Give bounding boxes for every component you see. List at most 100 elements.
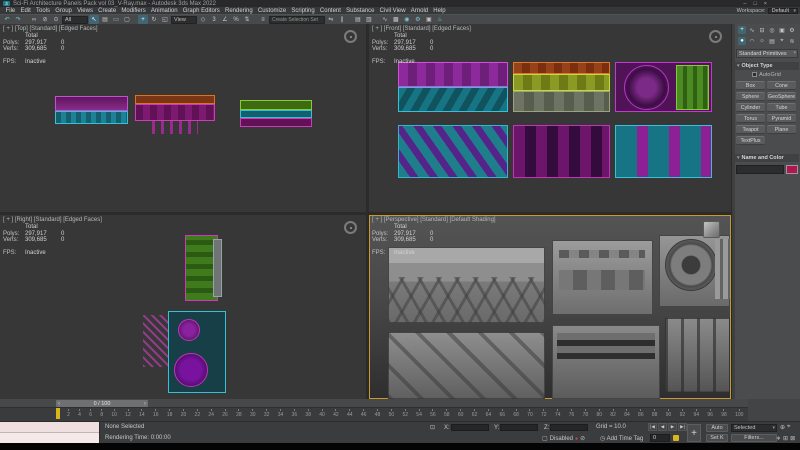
z-field[interactable] (550, 424, 588, 431)
primitive-button[interactable]: Torus (736, 114, 765, 123)
object-name-field[interactable] (736, 165, 784, 174)
curve-editor-icon[interactable]: ∿ (380, 15, 390, 24)
viewport-label[interactable]: [ + ] [Front] [Standard] [Edged Faces] (372, 26, 471, 32)
menu-item[interactable]: Content (317, 8, 343, 14)
percent-snap-icon[interactable]: % (231, 15, 241, 24)
primitive-button[interactable]: Teapot (736, 125, 765, 134)
panel-strip-a-bottom[interactable] (55, 111, 128, 124)
object-gray-sliver[interactable] (213, 239, 222, 297)
menu-item[interactable]: Views (74, 8, 95, 14)
primitive-button[interactable]: Tube (767, 103, 796, 112)
viewport-perspective[interactable]: [ + ] [Perspective] [Standard] [Default … (369, 215, 731, 399)
autogrid-checkbox[interactable]: AutoGrid (732, 72, 800, 78)
primitives-dropdown[interactable]: Standard Primitives (736, 49, 798, 58)
cameras-category-icon[interactable]: ▤ (768, 37, 776, 45)
render-setup-icon[interactable]: ⚙ (413, 15, 423, 24)
menu-item[interactable]: Arnold (408, 8, 431, 14)
menu-item[interactable]: Civil View (377, 8, 408, 14)
key-filters-button[interactable]: Filters... (731, 434, 777, 442)
primitive-button[interactable]: Pyramid (767, 114, 796, 123)
reference-coordinate-dropdown[interactable]: View (171, 16, 197, 24)
hierarchy-tab-icon[interactable]: ⊟ (758, 26, 766, 34)
use-pivot-center-icon[interactable]: ◇ (198, 15, 208, 24)
material-editor-icon[interactable]: ◉ (402, 15, 412, 24)
shapes-category-icon[interactable]: ◠ (748, 37, 756, 45)
toolbar-separator[interactable] (24, 15, 28, 24)
undo-icon[interactable]: ↶ (2, 15, 12, 24)
layer-explorer-icon[interactable]: ▥ (364, 15, 374, 24)
toolbar-separator[interactable] (253, 15, 257, 24)
panel-strip-a-top[interactable] (55, 96, 128, 111)
selected-dropdown[interactable]: Selected (731, 424, 777, 432)
set-key-icon[interactable] (673, 435, 679, 441)
name-color-rollout[interactable]: Name and Color (735, 154, 799, 162)
window-crossing-icon[interactable]: ▢ (122, 15, 132, 24)
panel-orange-band[interactable] (513, 62, 610, 74)
create-tab-icon[interactable]: + (738, 26, 746, 34)
primitive-button[interactable]: Sphere (736, 92, 765, 101)
toolbar-separator[interactable] (348, 15, 352, 24)
viewport-label[interactable]: [ + ] [Top] [Standard] [Edged Faces] (3, 26, 98, 32)
toolbar-separator[interactable] (133, 15, 137, 24)
panel-strip-c-green[interactable] (240, 100, 312, 110)
panel-green-pipes[interactable] (676, 65, 709, 110)
panel-strip-c-magenta[interactable] (240, 118, 312, 127)
viewcube-compass-icon[interactable] (709, 30, 722, 43)
scene-explorer-icon[interactable]: ▤ (353, 15, 363, 24)
object-color-swatch[interactable] (786, 165, 798, 174)
menu-item[interactable]: Customize (255, 8, 289, 14)
primitive-button[interactable]: Plane (767, 125, 796, 134)
menu-item[interactable]: Rendering (222, 8, 255, 14)
object-fan-small[interactable] (178, 319, 200, 341)
gray-fan-rotor[interactable] (665, 239, 717, 291)
rotate-tool-icon[interactable]: ↻ (149, 15, 159, 24)
viewcube-compass-icon[interactable] (344, 221, 357, 234)
utilities-tab-icon[interactable]: ⚙ (788, 26, 796, 34)
gray-cage-bars[interactable] (665, 318, 730, 392)
maximize-viewport-icon[interactable]: ⊠ (790, 435, 795, 442)
current-frame-field[interactable]: 0 (650, 434, 670, 442)
panel-strip-b-top[interactable] (135, 95, 215, 104)
panel-strip-b-body[interactable] (135, 104, 215, 121)
align-icon[interactable]: ∥ (337, 15, 347, 24)
transport-button[interactable]: ▶| (678, 423, 687, 431)
select-object-icon[interactable]: ↖ (89, 15, 99, 24)
listener-macro-row[interactable] (0, 422, 99, 433)
panel-teal-diagonal[interactable] (398, 125, 508, 178)
menu-item[interactable]: Tools (33, 8, 52, 14)
viewport-front[interactable]: [ + ] [Front] [Standard] [Edged Faces] T… (369, 24, 731, 212)
primitive-button[interactable]: GeoSphere (767, 92, 796, 101)
transport-button[interactable]: |◀ (648, 423, 657, 431)
primitive-button[interactable]: Cone (767, 81, 796, 90)
select-and-link-icon[interactable]: ∞ (29, 15, 39, 24)
bind-to-space-warp-icon[interactable]: ⊙ (51, 15, 61, 24)
minimize-button[interactable]: – (743, 1, 746, 7)
gray-pipes-horizontal[interactable] (557, 333, 655, 359)
object-type-rollout[interactable]: Object Type (735, 62, 799, 70)
space-warps-category-icon[interactable]: ≋ (788, 37, 796, 45)
large-plus-button[interactable]: + (687, 424, 701, 442)
menu-item[interactable]: Scripting (289, 8, 318, 14)
viewcube-compass-icon[interactable] (344, 30, 357, 43)
orbit-icon[interactable]: ⌖ (787, 424, 790, 431)
rendered-frame-window-icon[interactable]: ▣ (424, 15, 434, 24)
edit-named-sets-icon[interactable]: ≡ (258, 15, 268, 24)
workspace-dropdown[interactable]: Default (768, 8, 798, 14)
gray-panel-greeble-strip[interactable] (559, 250, 645, 258)
transport-button[interactable]: ◀ (658, 423, 667, 431)
selection-region-icon[interactable]: ▭ (111, 15, 121, 24)
select-by-name-icon[interactable]: ▤ (100, 15, 110, 24)
primitive-button[interactable]: Cylinder (736, 103, 765, 112)
maximize-button[interactable]: □ (753, 1, 756, 7)
viewport-right[interactable]: [ + ] [Right] [Standard] [Edged Faces] T… (0, 215, 366, 399)
selection-lock-icon[interactable]: ⊡ (430, 424, 435, 431)
snaps-toggle-icon[interactable]: 3 (209, 15, 219, 24)
listener-script-row[interactable] (0, 433, 99, 443)
helpers-category-icon[interactable]: ⌖ (778, 37, 786, 45)
primitive-button[interactable]: Box (736, 81, 765, 90)
menu-item[interactable]: File (3, 8, 18, 14)
lights-category-icon[interactable]: ☼ (758, 37, 766, 45)
track-bar-ruler[interactable]: 0246810121416182022242628303234363840424… (56, 409, 744, 421)
pan-icon[interactable]: ∗ (776, 435, 781, 442)
time-slider-track[interactable]: 0 / 100 (0, 399, 748, 408)
